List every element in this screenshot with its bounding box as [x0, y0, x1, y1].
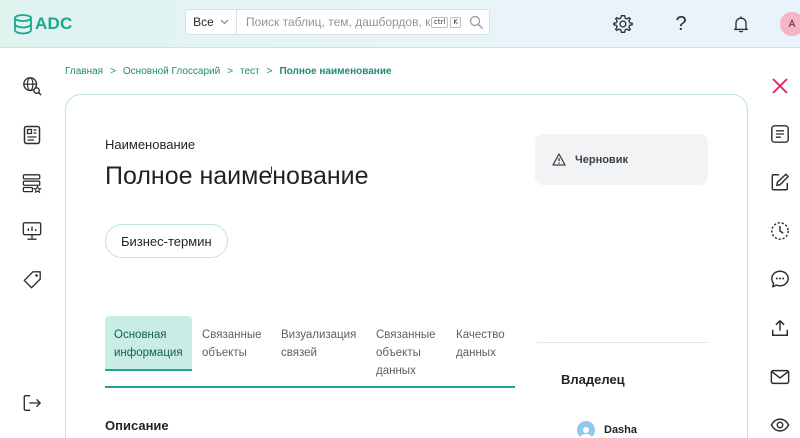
bell-icon [734, 16, 748, 33]
owner-name: Dasha [604, 424, 638, 436]
tab-line: Основная [114, 329, 167, 341]
globe-search-icon [23, 77, 42, 96]
description-label: Описание [105, 418, 169, 433]
shortcut-ctrl-key: ctrl [430, 16, 449, 28]
history-button[interactable] [769, 220, 791, 242]
name-label: Наименование [105, 137, 196, 152]
breadcrumb-current: Полное наименование [279, 66, 392, 77]
tab-line: объекты [202, 347, 247, 359]
tab-line: данных [456, 347, 496, 359]
adc-logo[interactable]: ADC [12, 12, 72, 36]
breadcrumb: Главная > Основной Глоссарий > тест > По… [65, 66, 392, 77]
sidebar-item-glossary[interactable] [21, 124, 43, 146]
send-email-button[interactable] [769, 366, 791, 388]
eye-icon [770, 418, 790, 432]
database-star-icon [22, 174, 42, 193]
catalog-icon [23, 125, 41, 145]
tab-data-quality[interactable]: Качество данных [447, 316, 515, 371]
tab-line: Связанные [376, 329, 436, 341]
tab-line: данных [376, 365, 416, 377]
breadcrumb-separator: > [227, 66, 234, 77]
comment-icon [771, 270, 789, 288]
owner-label: Владелец [561, 372, 625, 387]
search-icon [469, 15, 483, 29]
tab-line: информация [114, 347, 183, 359]
tab-line: Визуализация [281, 329, 357, 341]
breadcrumb-glossary[interactable]: Основной Глоссарий [123, 66, 220, 77]
edit-icon [771, 173, 789, 191]
shortcut-k-key: K [450, 16, 461, 28]
global-search: Все ctrl K [185, 9, 490, 35]
comments-button[interactable] [769, 268, 791, 290]
owner-user[interactable]: Dasha [577, 421, 637, 438]
history-icon [771, 222, 789, 240]
tab-line: Связанные [202, 329, 262, 341]
mail-icon [770, 369, 790, 385]
breadcrumb-home[interactable]: Главная [65, 66, 103, 77]
breadcrumb-separator: > [110, 66, 116, 77]
tab-related-data-objects[interactable]: Связанные объекты данных [367, 316, 447, 377]
term-tabs: Основная информация Связанные объекты Ви… [105, 316, 515, 390]
export-button[interactable] [769, 317, 791, 339]
edit-button[interactable] [769, 171, 791, 193]
user-avatar[interactable]: A [780, 12, 800, 36]
settings-button[interactable] [611, 12, 635, 36]
search-input[interactable] [237, 10, 431, 34]
tab-related-objects[interactable]: Связанные объекты [193, 316, 271, 371]
term-title: Полное наименование [105, 162, 369, 190]
close-icon [772, 78, 788, 94]
breadcrumb-folder[interactable]: тест [240, 66, 260, 77]
upload-icon [772, 320, 788, 336]
logo-text: ADC [35, 14, 73, 33]
status-badge: Черновик [535, 134, 708, 185]
breadcrumb-separator: > [266, 66, 273, 77]
gear-icon [613, 15, 633, 33]
document-list-icon [771, 125, 789, 143]
sidebar-item-tags[interactable] [21, 269, 43, 291]
text-cursor-icon: I [270, 165, 274, 177]
status-label: Черновик [575, 153, 628, 166]
top-header: ADC Все ctrl K ? [0, 0, 800, 48]
tab-line: Качество [456, 329, 505, 341]
tab-line: связей [281, 347, 317, 359]
close-button[interactable] [769, 75, 791, 97]
notifications-button[interactable] [729, 12, 753, 36]
monitor-chart-icon [22, 222, 42, 240]
watch-button[interactable] [769, 414, 791, 436]
tabs-underline [105, 386, 515, 388]
logout-icon [23, 395, 41, 411]
term-type-chip[interactable]: Бизнес-термин [105, 224, 228, 258]
tab-main-info[interactable]: Основная информация [105, 316, 192, 371]
panel-divider [537, 342, 708, 343]
sidebar-item-data-sources[interactable] [21, 172, 43, 194]
chevron-down-icon [220, 19, 229, 25]
tab-line: объекты [376, 347, 421, 359]
owner-avatar [577, 421, 595, 438]
search-button[interactable] [463, 10, 489, 34]
database-logo-icon [14, 14, 32, 35]
search-scope-select[interactable]: Все [186, 10, 237, 34]
tab-relations-graph[interactable]: Визуализация связей [272, 316, 367, 371]
details-button[interactable] [769, 123, 791, 145]
warning-triangle-icon [552, 153, 566, 166]
user-icon [580, 427, 592, 438]
tag-icon [23, 271, 41, 289]
sidebar-item-search-catalog[interactable] [21, 75, 43, 97]
search-scope-label: Все [193, 15, 214, 29]
sidebar-item-logout[interactable] [21, 392, 43, 414]
help-icon: ? [675, 13, 687, 35]
sidebar-item-dashboards[interactable] [21, 220, 43, 242]
help-button[interactable]: ? [669, 12, 693, 36]
